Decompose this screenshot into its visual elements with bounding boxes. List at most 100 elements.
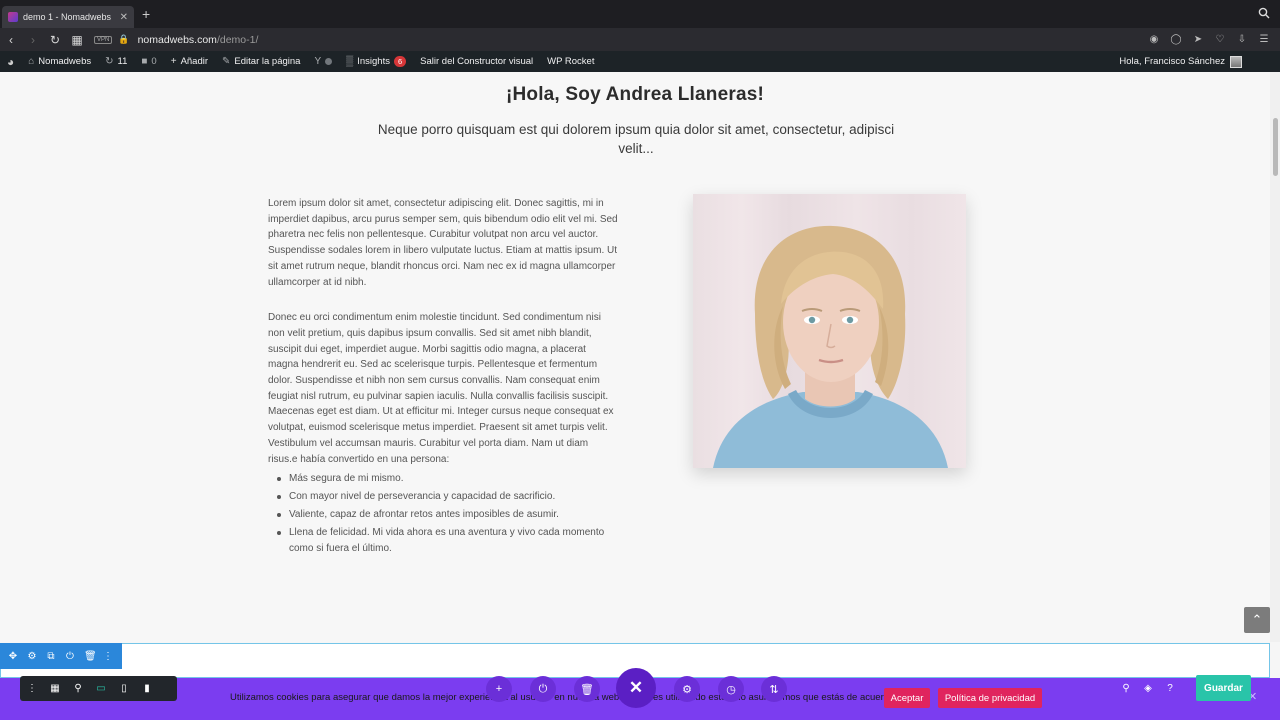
- trash-icon[interactable]: 🗑: [84, 651, 97, 662]
- wireframe-view-icon[interactable]: ▦: [49, 683, 61, 694]
- load-layout-button[interactable]: ⏻: [530, 676, 556, 702]
- duplicate-icon[interactable]: ⧉: [46, 651, 56, 662]
- page-settings-button[interactable]: ⚙: [674, 676, 700, 702]
- list-item: Valiente, capaz de afrontar retos antes …: [277, 507, 618, 523]
- browser-tab[interactable]: demo 1 - Nomadwebs ✕: [2, 6, 134, 28]
- gear-icon: ⚙: [682, 683, 692, 696]
- insights-label: Insights: [357, 56, 390, 67]
- clear-layout-button[interactable]: 🗑: [574, 676, 600, 702]
- plus-icon: +: [170, 56, 177, 67]
- zoom-icon[interactable]: ⚲: [72, 683, 84, 694]
- bullet-list: Más segura de mi mismo. Con mayor nivel …: [268, 471, 618, 557]
- page-scrollbar[interactable]: [1270, 72, 1280, 642]
- vpn-badge[interactable]: VPN: [94, 35, 113, 44]
- exit-builder-label: Salir del Constructor visual: [420, 56, 534, 67]
- site-name-label: Nomadwebs: [38, 56, 92, 67]
- sort-arrows-icon: ⇅: [769, 683, 779, 696]
- back-arrow-icon[interactable]: ‹: [0, 28, 22, 51]
- help-icon[interactable]: ?: [1164, 679, 1176, 697]
- browser-tab-strip: demo 1 - Nomadwebs ✕ +: [0, 0, 1280, 28]
- tab-title: demo 1 - Nomadwebs: [23, 12, 112, 22]
- back-to-top-button[interactable]: ⌃: [1244, 607, 1270, 633]
- text-column: Lorem ipsum dolor sit amet, consectetur …: [268, 196, 618, 559]
- scrollbar-thumb[interactable]: [1273, 118, 1278, 176]
- power-icon[interactable]: ⏻: [65, 651, 75, 662]
- search-icon[interactable]: ⚲: [1120, 679, 1132, 697]
- history-button[interactable]: ◷: [718, 676, 744, 702]
- more-options-icon[interactable]: ⋮: [103, 651, 113, 662]
- desktop-view-icon[interactable]: ▭: [95, 683, 107, 694]
- section-toolbar: ✥ ⚙ ⧉ ⏻ 🗑 ⋮: [0, 643, 122, 669]
- chevron-up-icon: ⌃: [1251, 612, 1263, 627]
- yoast-icon: Y: [314, 56, 322, 67]
- camera-icon[interactable]: ◉: [1146, 34, 1162, 45]
- privacy-policy-button[interactable]: Política de privacidad: [938, 688, 1042, 708]
- page-title: ¡Hola, Soy Andrea Llaneras!: [505, 84, 765, 105]
- tablet-view-icon[interactable]: ▯: [118, 683, 130, 694]
- portrait-illustration: [713, 225, 948, 468]
- lock-icon: 🔒: [118, 34, 130, 44]
- heart-icon[interactable]: ♡: [1212, 34, 1228, 45]
- admin-greeting: Hola, Francisco Sánchez: [1119, 56, 1225, 67]
- wp-logo-icon[interactable]: ◕: [0, 51, 21, 72]
- shield-icon[interactable]: ◯: [1168, 34, 1184, 45]
- admin-exit-builder[interactable]: Salir del Constructor visual: [413, 51, 540, 72]
- admin-account[interactable]: Hola, Francisco Sánchez: [1119, 55, 1280, 68]
- admin-edit-page[interactable]: ✎ Editar la página: [215, 51, 307, 72]
- move-icon[interactable]: ✥: [8, 651, 18, 662]
- cookie-accept-button[interactable]: Aceptar: [884, 688, 930, 708]
- wp-admin-bar: ◕ ⌂ Nomadwebs ↻ 11 ■ 0 + Añadir ✎ Editar la p…: [0, 51, 1280, 72]
- seo-status-dot: [325, 58, 333, 65]
- admin-site-name[interactable]: ⌂ Nomadwebs: [21, 51, 98, 72]
- add-new-label: Añadir: [180, 56, 209, 67]
- menu-icon[interactable]: ☰: [1256, 34, 1272, 45]
- edit-page-label: Editar la página: [234, 56, 301, 67]
- comment-icon: ■: [141, 56, 148, 67]
- list-item: Llena de felicidad. Mi vida ahora es una…: [277, 525, 618, 557]
- builder-menu-icon[interactable]: ⋮: [26, 683, 38, 694]
- phone-view-icon[interactable]: ▮: [141, 683, 153, 694]
- portability-button[interactable]: ⇅: [761, 676, 787, 702]
- builder-page-toolbar: ⋮ ▦ ⚲ ▭ ▯ ▮: [20, 676, 177, 701]
- add-module-button[interactable]: +: [486, 676, 512, 702]
- list-item: Con mayor nivel de perseverancia y capac…: [277, 489, 618, 505]
- updates-icon: ↻: [105, 56, 114, 67]
- close-icon: ✕: [628, 678, 644, 697]
- admin-add-new[interactable]: + Añadir: [164, 51, 215, 72]
- page-content: ¡Hola, Soy Andrea Llaneras! Neque porro …: [0, 72, 1270, 642]
- admin-insights[interactable]: ▒ Insights 6: [339, 51, 413, 72]
- power-icon: ⏻: [538, 682, 548, 695]
- site-favicon-icon: [8, 12, 18, 22]
- new-tab-button[interactable]: +: [142, 6, 150, 22]
- wp-rocket-label: WP Rocket: [547, 56, 595, 67]
- admin-comments[interactable]: ■ 0: [134, 51, 163, 72]
- close-settings-button[interactable]: ✕: [616, 668, 656, 708]
- clock-icon: ◷: [726, 683, 736, 696]
- send-icon[interactable]: ➤: [1190, 34, 1206, 45]
- reload-icon[interactable]: ↻: [44, 28, 66, 51]
- page-subtitle: Neque porro quisquam est qui dolorem ips…: [377, 122, 895, 156]
- plus-icon: +: [495, 683, 503, 695]
- portrait-image: [693, 194, 966, 468]
- list-item: Más segura de mi mismo.: [277, 471, 618, 487]
- admin-yoast[interactable]: Y: [307, 51, 339, 72]
- layers-icon[interactable]: ◈: [1142, 679, 1154, 697]
- builder-right-tools: ⚲ ◈ ?: [1120, 679, 1176, 697]
- paragraph-1: Lorem ipsum dolor sit amet, consectetur …: [268, 198, 618, 288]
- save-button[interactable]: Guardar: [1196, 675, 1251, 701]
- pencil-icon: ✎: [222, 56, 231, 67]
- admin-wp-rocket[interactable]: WP Rocket: [540, 51, 601, 72]
- speed-dial-grid-icon[interactable]: ▦: [66, 28, 88, 51]
- forward-arrow-icon[interactable]: ›: [22, 28, 44, 51]
- url-field[interactable]: nomadwebs.com/demo-1/: [138, 34, 259, 46]
- paragraph-2: Donec eu orci condimentum enim molestie …: [268, 312, 614, 465]
- trash-icon: 🗑: [580, 683, 594, 696]
- settings-icon[interactable]: ⚙: [27, 651, 37, 662]
- tab-search-icon[interactable]: [1258, 7, 1270, 19]
- home-icon: ⌂: [28, 56, 35, 67]
- tab-close-icon[interactable]: ✕: [120, 12, 128, 23]
- admin-updates[interactable]: ↻ 11: [98, 51, 134, 72]
- download-icon[interactable]: ⇩: [1234, 34, 1250, 45]
- cookie-notice-text: Utilizamos cookies para asegurar que dam…: [230, 692, 897, 703]
- updates-count: 11: [117, 56, 128, 67]
